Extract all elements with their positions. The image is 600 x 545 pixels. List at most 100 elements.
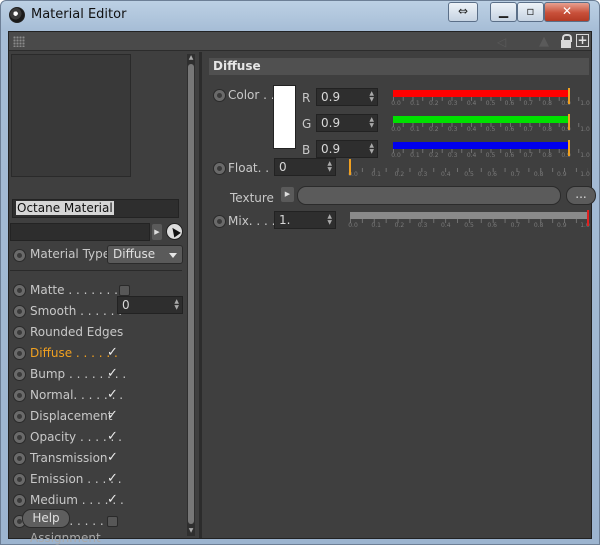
float-tick-label: 0.1 — [371, 171, 381, 178]
channel-radio-bump[interactable] — [13, 368, 26, 381]
float-tick-label: 0.5 — [464, 171, 474, 178]
g-slider-handle[interactable] — [567, 114, 570, 130]
checkbox-medium[interactable]: ✓ — [107, 493, 118, 506]
texture-arrow-button[interactable]: ▶ — [281, 187, 294, 202]
scroll-up-icon[interactable]: ▲ — [187, 54, 195, 62]
checkbox-displacement[interactable]: ✓ — [107, 409, 118, 422]
swap-layout-button[interactable]: ⇔ — [448, 2, 478, 22]
mix-tick-label: 0.5 — [464, 222, 474, 229]
minimize-button[interactable]: ▁ — [490, 2, 517, 22]
texture-browse-button[interactable]: ... — [566, 186, 596, 205]
r-slider-handle[interactable] — [567, 88, 570, 104]
g-tick-label: 0.2 — [429, 126, 439, 133]
scroll-down-icon[interactable]: ▼ — [187, 527, 195, 535]
g-slider[interactable]: 0.0 0.1 0.2 0.3 0.4 0.5 0.6 0.7 0.8 0.9 1.0 — [391, 114, 590, 136]
float-tick-label: 0.9 — [557, 171, 567, 178]
color-radio[interactable] — [213, 89, 226, 102]
texture-field[interactable] — [297, 186, 561, 205]
mix-tick-label: 0.8 — [533, 222, 544, 229]
help-button[interactable]: Help — [22, 509, 70, 528]
link-field[interactable] — [10, 223, 150, 241]
channel-radio-transmission[interactable] — [13, 452, 26, 465]
color-swatch[interactable] — [273, 85, 296, 149]
channel-label-displacement[interactable]: Displacement — [30, 409, 113, 423]
channel-radio-opacity[interactable] — [13, 431, 26, 444]
checkbox-bump[interactable]: ✓ — [107, 367, 118, 380]
channel-radio-medium[interactable] — [13, 494, 26, 507]
checkbox-editor[interactable] — [107, 516, 118, 527]
channel-radio-smooth[interactable] — [13, 305, 26, 318]
g-tick-label: 0.3 — [447, 126, 458, 133]
up-icon[interactable]: ▲ — [539, 34, 549, 49]
panel-splitter[interactable] — [199, 52, 202, 538]
scrollbar-thumb[interactable] — [188, 64, 194, 524]
g-input[interactable]: 0.9 ▲ ▼ — [316, 114, 378, 132]
float-radio[interactable] — [213, 162, 226, 175]
r-input[interactable]: 0.9 ▲ ▼ — [316, 88, 378, 106]
r-slider[interactable]: 0.0 0.1 0.2 0.3 0.4 0.5 0.6 0.7 0.8 0.9 1.0 — [391, 88, 590, 110]
lock-icon[interactable] — [561, 34, 572, 48]
b-input[interactable]: 0.9 ▲ ▼ — [316, 140, 378, 158]
channel-label-transmission[interactable]: Transmission — [30, 451, 108, 465]
checkbox-diffuse[interactable]: ✓ — [107, 346, 118, 359]
channel-radio-displacement[interactable] — [13, 410, 26, 423]
material-type-value: Diffuse — [113, 247, 156, 261]
mix-radio[interactable] — [213, 215, 226, 228]
b-tick-label: 0.3 — [447, 152, 458, 159]
r-tick-label: 0.4 — [466, 100, 477, 107]
checkbox-matte[interactable] — [119, 285, 130, 296]
checkbox-normal[interactable]: ✓ — [107, 388, 118, 401]
mix-input[interactable]: 1. ▲ ▼ — [274, 211, 336, 229]
close-button[interactable]: ✕ — [544, 2, 590, 22]
material-type-dropdown[interactable]: Diffuse — [107, 245, 183, 264]
g-value: 0.9 — [321, 116, 341, 130]
maximize-button[interactable]: ▫ — [517, 2, 544, 22]
channel-label-smooth[interactable]: Smooth . . . . . . — [30, 304, 122, 318]
b-tick-label: 1.0 — [580, 152, 590, 159]
float-tick-label: 1.0 — [580, 171, 590, 178]
channel-radio-roundededges[interactable] — [13, 326, 26, 339]
channel-label-diffuse[interactable]: Diffuse . . . . . . — [30, 346, 118, 360]
channel-label-roundededges[interactable]: Rounded Edges — [30, 325, 123, 339]
channel-radio-diffuse[interactable] — [13, 347, 26, 360]
r-tick-label: 0.1 — [410, 100, 420, 107]
checkbox-emission[interactable]: ✓ — [107, 472, 118, 485]
checkbox-opacity[interactable]: ✓ — [107, 430, 118, 443]
mix-tick-label: 0.3 — [417, 222, 428, 229]
float-slider[interactable]: 0.0 0.1 0.2 0.3 0.4 0.5 0.6 0.7 0.8 0.9 1.0 — [348, 159, 590, 181]
float-tick-label: 0.3 — [417, 171, 428, 178]
grip-icon[interactable] — [13, 36, 25, 47]
mix-tick-label: 0.2 — [394, 222, 405, 229]
checkbox-transmission[interactable]: ✓ — [107, 451, 118, 464]
back-icon[interactable]: ◁ — [497, 35, 506, 49]
mix-slider[interactable]: 0.0 0.1 0.2 0.3 0.4 0.5 0.6 0.7 0.8 0.9 1.0 — [348, 210, 590, 232]
g-tick-label: 0.5 — [485, 126, 496, 133]
float-input[interactable]: 0 ▲ ▼ — [274, 158, 336, 176]
mix-tick-label: 0.1 — [371, 222, 381, 229]
b-slider-fill — [393, 142, 569, 149]
material-preview[interactable] — [11, 54, 131, 177]
g-label: G — [302, 117, 312, 131]
b-tick-label: 0.5 — [485, 152, 496, 159]
link-arrow-button[interactable]: ▶ — [152, 224, 162, 240]
mix-slider-handle[interactable] — [587, 210, 589, 226]
assignment-tab[interactable]: Assignment — [30, 531, 101, 545]
b-slider-handle[interactable] — [567, 140, 570, 156]
g-tick-label: 0.7 — [523, 126, 534, 133]
plus-icon[interactable]: + — [576, 34, 589, 47]
title-bar[interactable]: Material Editor ⇔ ▁ ▫ ✕ — [1, 1, 599, 31]
b-tick-label: 0.4 — [466, 152, 477, 159]
rounded-edges-value: 0 — [122, 298, 130, 312]
float-tick-label: 0.7 — [510, 171, 521, 178]
channel-radio-matte[interactable] — [13, 284, 26, 297]
g-tick-label: 0.0 — [391, 126, 401, 133]
b-tick-label: 0.2 — [429, 152, 439, 159]
pick-cursor-icon[interactable] — [166, 223, 183, 240]
material-type-radio[interactable] — [13, 249, 26, 262]
material-name-field[interactable]: Octane Material — [12, 199, 179, 218]
float-slider-handle[interactable] — [349, 159, 351, 175]
channel-radio-emission[interactable] — [13, 473, 26, 486]
channel-radio-normal[interactable] — [13, 389, 26, 402]
channel-label-matte[interactable]: Matte . . . . . . . . — [30, 283, 126, 297]
rounded-edges-input[interactable]: 0 ▲ ▼ — [117, 296, 183, 314]
